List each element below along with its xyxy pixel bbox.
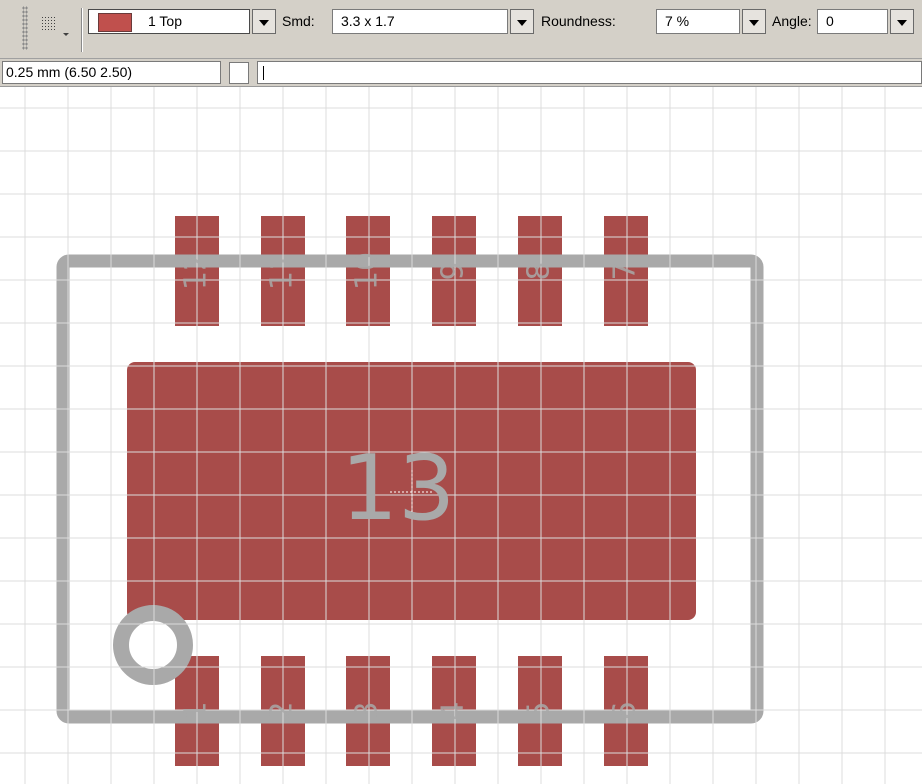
roundness-label: Roundness: <box>541 13 616 29</box>
angle-select[interactable]: 0 <box>817 9 888 34</box>
pad-label-12: 12 <box>179 252 214 290</box>
text-caret <box>263 66 264 80</box>
command-line-input[interactable] <box>257 61 922 84</box>
grid-button[interactable] <box>37 13 75 39</box>
smd-size-value: 3.3 x 1.7 <box>341 13 395 29</box>
pad-label-4: 4 <box>436 701 471 720</box>
layer-dropdown-button[interactable] <box>252 9 276 34</box>
roundness-value: 7 % <box>665 13 690 29</box>
pad-label-6: 6 <box>608 701 643 720</box>
pad-label-11: 11 <box>265 252 300 290</box>
center-pad-label: 13 <box>341 436 456 541</box>
pad-label-3: 3 <box>350 701 385 720</box>
grid-icon <box>42 17 69 36</box>
smd-size-select[interactable]: 3.3 x 1.7 <box>332 9 508 34</box>
pad-label-2: 2 <box>265 701 300 720</box>
pad-label-9: 9 <box>436 261 471 280</box>
toolbar: 1 Top Smd: 3.3 x 1.7 Roundness: 7 % Angl… <box>0 0 922 59</box>
canvas-svg: 12111210394857613 <box>0 87 922 784</box>
roundness-select[interactable]: 7 % <box>656 9 740 34</box>
toolbar-grip[interactable] <box>22 6 28 50</box>
pad-label-1: 1 <box>179 701 214 720</box>
status-bar: 0.25 mm (6.50 2.50) <box>0 59 922 87</box>
pad-label-5: 5 <box>522 701 557 720</box>
smd-label: Smd: <box>282 13 315 29</box>
angle-value: 0 <box>826 13 834 29</box>
pad-label-8: 8 <box>522 261 557 280</box>
pad-label-10: 10 <box>350 252 385 290</box>
toolbar-separator <box>81 8 83 52</box>
coordinate-display: 0.25 mm (6.50 2.50) <box>2 61 221 84</box>
pad-label-7: 7 <box>608 261 643 280</box>
status-indicator-box <box>229 62 249 84</box>
layer-select-value: 1 Top <box>148 13 182 29</box>
roundness-dropdown-button[interactable] <box>742 9 766 34</box>
layout-canvas[interactable]: 12 1 11 2 10 3 9 4 8 5 7 6 13 <box>0 87 922 784</box>
angle-dropdown-button[interactable] <box>890 9 914 34</box>
layer-color-swatch <box>98 13 132 32</box>
smd-dropdown-button[interactable] <box>510 9 534 34</box>
angle-label: Angle: <box>772 13 812 29</box>
layer-select[interactable]: 1 Top <box>88 9 250 34</box>
